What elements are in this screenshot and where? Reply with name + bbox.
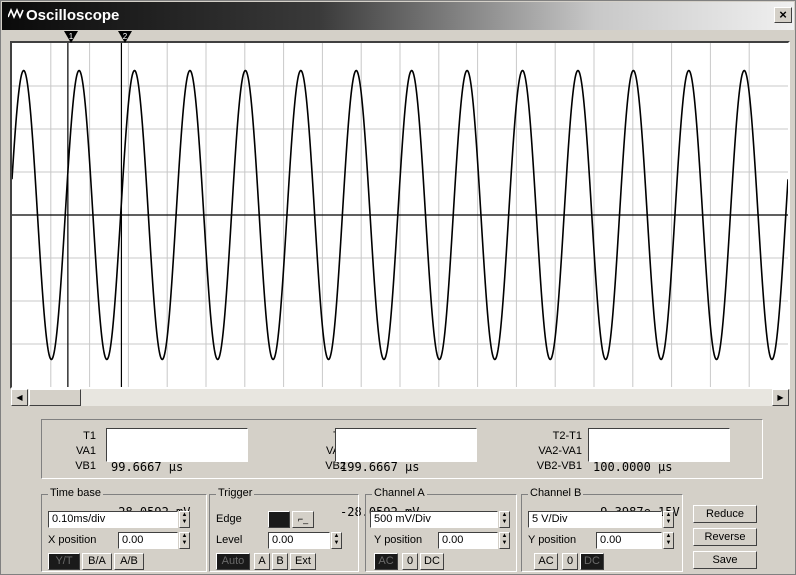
waveform-display [12,43,788,387]
va1-label: VA1 [76,445,96,457]
oscilloscope-icon [8,7,24,20]
close-icon[interactable]: × [774,7,792,23]
trigger-title: Trigger [216,487,255,499]
cursor-1-label: 1 [69,32,74,41]
trigger-auto-button[interactable]: Auto [216,553,250,570]
channel-b-ypos-spin-icon[interactable]: ▲ ▼ [663,532,674,549]
window-title: Oscilloscope [26,7,120,24]
trigger-group: Trigger Edge ⌐_ Level 0.00 ▲ ▼ Auto A B E… [209,487,359,572]
channel-b-scale-field[interactable]: 5 V/Div [528,511,662,528]
channel-b-ac-button[interactable]: AC [534,553,558,570]
channel-a-ypos-field[interactable]: 0.00 [438,532,498,549]
channel-a-zero-button[interactable]: 0 [402,553,418,570]
timebase-scale-field[interactable]: 0.10ms/div [48,511,178,528]
timebase-title: Time base [48,487,103,499]
channel-a-group: Channel A 500 mV/Div ▲ ▼ Y position 0.00 … [365,487,517,572]
channel-b-dc-button[interactable]: DC [580,553,604,570]
trigger-level-field[interactable]: 0.00 [268,532,330,549]
channel-b-zero-button[interactable]: 0 [562,553,578,570]
timebase-group: Time base 0.10ms/div ▲ ▼ X position 0.00 … [41,487,207,572]
xposition-field[interactable]: 0.00 [118,532,178,549]
ab-mode-button[interactable]: A/B [114,553,144,570]
channel-a-scale-field[interactable]: 500 mV/Div [370,511,498,528]
scrollbar-thumb[interactable] [29,389,81,406]
t1-value: 99.6667 μs [111,460,184,474]
t2-value: 199.6667 μs [340,460,420,474]
va2-va1-label: VA2-VA1 [538,445,582,457]
rising-edge-icon[interactable] [268,511,290,528]
trigger-level-spin-icon[interactable]: ▲ ▼ [331,532,342,549]
channel-a-spin-icon[interactable]: ▲ ▼ [499,511,510,528]
reduce-button[interactable]: Reduce [693,505,757,523]
scroll-left-icon[interactable]: ◀ [11,389,28,406]
channel-a-ypos-spin-icon[interactable]: ▲ ▼ [499,532,510,549]
trigger-a-button[interactable]: A [254,553,270,570]
channel-a-ypos-label: Y position [374,534,423,546]
xposition-spin-icon[interactable]: ▲ ▼ [179,532,190,549]
level-label: Level [216,534,243,546]
channel-a-title: Channel A [372,487,427,499]
channel-a-ac-button[interactable]: AC [374,553,398,570]
vb2-vb1-label: VB2-VB1 [536,460,582,472]
trigger-b-button[interactable]: B [272,553,288,570]
cursor-2-handle[interactable]: 2 [118,31,132,45]
reverse-button[interactable]: Reverse [693,528,757,546]
t2-t1-label: T2-T1 [552,430,582,442]
channel-b-group: Channel B 5 V/Div ▲ ▼ Y position 0.00 ▲ ▼ … [521,487,683,572]
cursor-1-handle[interactable]: 1 [64,31,78,45]
scope-screen[interactable] [10,41,790,389]
timebase-spin-icon[interactable]: ▲ ▼ [179,511,190,528]
readout-col1-labels: T1 VA1 VB1 [54,429,96,474]
readout-col2-values: 199.6667 μs -28.0592 mV [335,428,477,519]
measurement-readout: T1 VA1 VB1 99.6667 μs -28.0592 mV T2 VA2… [41,419,763,519]
yt-mode-button[interactable]: Y/T [48,553,80,570]
channel-b-ypos-label: Y position [528,534,577,546]
readout-col3-values: 100.0000 μs -9.3987e-15V [588,428,730,519]
cursor-2-label: 2 [123,32,128,41]
scroll-right-icon[interactable]: ▶ [772,389,789,406]
readout-col3-labels: T2-T1 VA2-VA1 VB2-VB1 [520,429,582,474]
channel-b-ypos-field[interactable]: 0.00 [596,532,662,549]
channel-b-title: Channel B [528,487,584,499]
trigger-ext-button[interactable]: Ext [290,553,316,570]
save-button[interactable]: Save [693,551,757,569]
channel-b-spin-icon[interactable]: ▲ ▼ [663,511,674,528]
ba-mode-button[interactable]: B/A [82,553,112,570]
falling-edge-icon[interactable]: ⌐_ [292,511,314,528]
t2-t1-value: 100.0000 μs [593,460,673,474]
xposition-label: X position [48,534,97,546]
oscilloscope-window: Oscilloscope × 1 2 ◀ ▶ T1 VA1 VB1 99.666… [0,0,796,575]
channel-a-dc-button[interactable]: DC [420,553,444,570]
readout-col1-values: 99.6667 μs -28.0592 mV [106,428,248,519]
horizontal-scrollbar[interactable]: ◀ ▶ [11,389,789,406]
vb1-label: VB1 [75,460,96,472]
t1-label: T1 [83,430,96,442]
title-bar[interactable]: Oscilloscope × [2,2,794,30]
edge-label: Edge [216,513,242,525]
